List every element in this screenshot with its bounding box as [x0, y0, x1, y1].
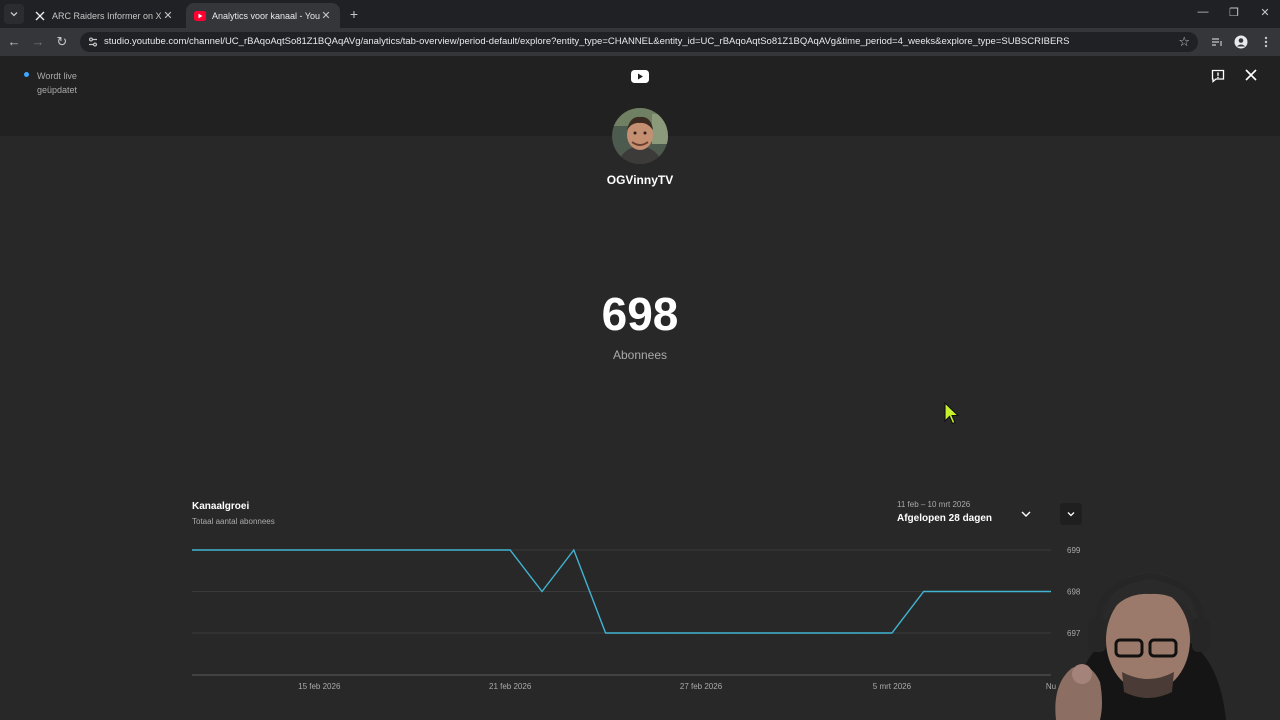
data-point [510, 549, 511, 550]
data-point [637, 632, 638, 633]
data-point [923, 591, 924, 592]
data-point [987, 591, 988, 592]
data-point [255, 549, 256, 550]
data-point [350, 549, 351, 550]
data-point [1019, 591, 1020, 592]
data-point [828, 632, 829, 633]
data-point [478, 549, 479, 550]
data-point [891, 632, 892, 633]
data-point [446, 549, 447, 550]
data-point [796, 632, 797, 633]
data-point [605, 632, 606, 633]
data-point [414, 549, 415, 550]
x-tick-label: 27 feb 2026 [680, 682, 723, 691]
webcam-overlay [1055, 571, 1226, 720]
data-point [223, 549, 224, 550]
data-point [541, 591, 542, 592]
data-point [573, 549, 574, 550]
y-tick-label: 699 [1067, 546, 1081, 555]
x-tick-label: 15 feb 2026 [298, 682, 341, 691]
data-point [191, 549, 192, 550]
data-point [764, 632, 765, 633]
data-point [700, 632, 701, 633]
data-point [669, 632, 670, 633]
x-tick-label: 5 mrt 2026 [873, 682, 912, 691]
data-point [382, 549, 383, 550]
data-point [319, 549, 320, 550]
x-tick-label: 21 feb 2026 [489, 682, 532, 691]
data-point [287, 549, 288, 550]
data-point [955, 591, 956, 592]
data-point [732, 632, 733, 633]
data-point [860, 632, 861, 633]
